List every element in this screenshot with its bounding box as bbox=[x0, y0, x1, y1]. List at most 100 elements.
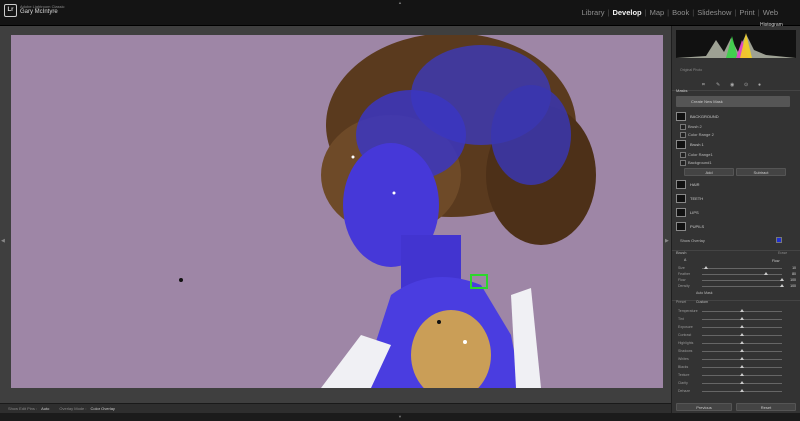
module-separator: | bbox=[692, 8, 695, 17]
slider-label: Whites bbox=[678, 357, 689, 361]
create-new-mask-button[interactable]: Create New Mask bbox=[676, 96, 790, 107]
mask-item[interactable]: HAIR bbox=[674, 180, 787, 189]
slider-tint[interactable]: Tint bbox=[678, 317, 796, 322]
show-overlay-label[interactable]: Show Overlay bbox=[680, 238, 705, 243]
add-button[interactable]: Add bbox=[684, 168, 734, 176]
module-separator: | bbox=[734, 8, 737, 17]
user-name[interactable]: Gary McIntyre bbox=[20, 9, 58, 15]
slider-handle[interactable] bbox=[704, 266, 708, 269]
module-separator: | bbox=[757, 8, 760, 17]
slider-track[interactable] bbox=[702, 280, 782, 281]
slider-handle[interactable] bbox=[740, 365, 744, 368]
subtract-button[interactable]: Subtract bbox=[736, 168, 786, 176]
slider-handle[interactable] bbox=[780, 284, 784, 287]
overlay-mode-label: Overlay Mode : bbox=[59, 406, 87, 411]
masks-title: Masks bbox=[676, 88, 688, 93]
slider-label: Clarity bbox=[678, 381, 688, 385]
slider-label: Temperature bbox=[678, 309, 698, 313]
slider-value[interactable]: 100 bbox=[790, 278, 796, 282]
mask-component[interactable]: Brush 2 bbox=[680, 124, 702, 130]
module-library[interactable]: Library bbox=[582, 8, 605, 17]
mask-item[interactable]: TEETH bbox=[674, 194, 787, 203]
collapse-top-icon[interactable]: ▲ bbox=[398, 0, 402, 5]
mask-item[interactable]: LIPS bbox=[674, 208, 787, 217]
slider-handle[interactable] bbox=[764, 272, 768, 275]
mask-item[interactable]: Brush 1 bbox=[674, 140, 787, 149]
histogram-title[interactable]: Histogram bbox=[760, 22, 783, 28]
divider bbox=[672, 90, 800, 91]
module-web[interactable]: Web bbox=[763, 8, 778, 17]
reset-button[interactable]: Reset bbox=[736, 403, 796, 411]
original-photo-label: Original Photo bbox=[680, 68, 703, 72]
expand-filmstrip-icon[interactable]: ▼ bbox=[398, 414, 402, 419]
overlay-mode-value[interactable]: Color Overlay bbox=[90, 406, 114, 411]
slider-density[interactable]: Density 100 bbox=[678, 284, 796, 289]
slider-value[interactable]: 100 bbox=[790, 284, 796, 288]
slider-track[interactable] bbox=[702, 286, 782, 287]
edit-pins-value[interactable]: Auto bbox=[41, 406, 49, 411]
slider-handle[interactable] bbox=[740, 373, 744, 376]
mask-component-thumbnail bbox=[680, 124, 686, 130]
slider-dehaze[interactable]: Dehaze bbox=[678, 389, 796, 394]
slider-handle[interactable] bbox=[780, 278, 784, 281]
mask-label: BACKGROUND bbox=[690, 114, 719, 119]
settings-tool-icon[interactable]: ● bbox=[758, 82, 761, 88]
slider-handle[interactable] bbox=[740, 325, 744, 328]
slider-handle[interactable] bbox=[740, 309, 744, 312]
slider-whites[interactable]: Whites bbox=[678, 357, 796, 362]
preset-value[interactable]: Custom bbox=[696, 300, 708, 304]
slider-handle[interactable] bbox=[740, 357, 744, 360]
slider-handle[interactable] bbox=[740, 317, 744, 320]
brush-erase[interactable]: Erase bbox=[778, 251, 787, 255]
slider-feather[interactable]: Feather 80 bbox=[678, 272, 796, 277]
auto-mask-checkbox[interactable]: Auto Mask bbox=[696, 291, 713, 295]
slider-clarity[interactable]: Clarity bbox=[678, 381, 796, 386]
redeye-tool-icon[interactable]: ◉ bbox=[730, 82, 734, 88]
slider-exposure[interactable]: Exposure bbox=[678, 325, 796, 330]
slider-label: Highlights bbox=[678, 341, 694, 345]
heal-tool-icon[interactable]: ✎ bbox=[716, 82, 720, 88]
slider-shadows[interactable]: Shadows bbox=[678, 349, 796, 354]
mask-component-thumbnail bbox=[680, 152, 686, 158]
slider-temperature[interactable]: Temperature bbox=[678, 309, 796, 314]
mask-item[interactable]: BACKGROUND bbox=[674, 112, 787, 121]
masking-tool-icon[interactable]: ⊙ bbox=[744, 82, 748, 88]
mask-component[interactable]: Color Range 2 bbox=[680, 132, 714, 138]
slider-size[interactable]: Size 10 bbox=[678, 266, 796, 271]
slider-value[interactable]: 10 bbox=[792, 266, 796, 270]
mask-component[interactable]: Background1 bbox=[680, 160, 712, 166]
crop-tool-icon[interactable]: ⌗ bbox=[702, 82, 705, 88]
module-book[interactable]: Book bbox=[672, 8, 689, 17]
mask-component[interactable]: Color Range1 bbox=[680, 152, 713, 158]
slider-handle[interactable] bbox=[740, 341, 744, 344]
slider-handle[interactable] bbox=[740, 349, 744, 352]
module-print[interactable]: Print bbox=[739, 8, 754, 17]
module-map[interactable]: Map bbox=[650, 8, 665, 17]
module-picker: Library | Develop | Map | Book | Slideshow | Print… bbox=[582, 8, 778, 17]
slider-handle[interactable] bbox=[740, 389, 744, 392]
mask-item[interactable]: PUPILS bbox=[674, 222, 787, 231]
mask-label: PUPILS bbox=[690, 224, 705, 229]
slider-blacks[interactable]: Blacks bbox=[678, 365, 796, 370]
expand-left-panel-icon[interactable]: ◀ bbox=[1, 238, 5, 244]
previous-button[interactable]: Previous bbox=[676, 403, 732, 411]
slider-label: Size bbox=[678, 266, 685, 270]
module-develop[interactable]: Develop bbox=[612, 8, 641, 17]
slider-handle[interactable] bbox=[740, 381, 744, 384]
slider-highlights[interactable]: Highlights bbox=[678, 341, 796, 346]
edit-pins-label: Show Edit Pins : bbox=[8, 406, 38, 411]
slider-label: Feather bbox=[678, 272, 691, 276]
photo-preview[interactable] bbox=[11, 35, 663, 388]
slider-track[interactable] bbox=[702, 268, 782, 269]
overlay-color-swatch[interactable] bbox=[776, 237, 782, 243]
slider-handle[interactable] bbox=[740, 333, 744, 336]
slider-flow[interactable]: Flow 100 bbox=[678, 278, 796, 283]
slider-texture[interactable]: Texture bbox=[678, 373, 796, 378]
develop-canvas: ◀ ▶ bbox=[0, 26, 671, 403]
slider-track[interactable] bbox=[702, 274, 782, 275]
brush-variant[interactable]: A bbox=[684, 258, 686, 262]
slider-contrast[interactable]: Contrast bbox=[678, 333, 796, 338]
module-slideshow[interactable]: Slideshow bbox=[697, 8, 731, 17]
expand-right-panel-icon[interactable]: ▶ bbox=[665, 238, 669, 244]
slider-value[interactable]: 80 bbox=[792, 272, 796, 276]
